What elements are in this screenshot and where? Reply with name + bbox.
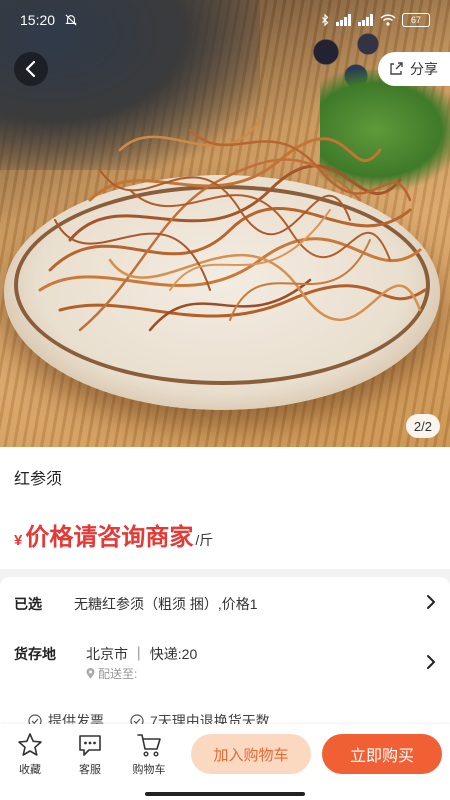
price-unit: /斤 — [195, 532, 214, 548]
signal-icon — [336, 14, 351, 26]
home-indicator[interactable] — [145, 792, 305, 796]
silent-bell-icon — [65, 14, 77, 26]
product-info-card: 红参须 ¥ 价格请咨询商家 /斤 — [0, 447, 450, 569]
bluetooth-icon — [322, 14, 329, 26]
ship-to-label: 配送至: — [98, 667, 138, 681]
shopping-cart-button[interactable]: 购物车 — [129, 732, 169, 777]
favorite-button[interactable]: 收藏 — [10, 732, 50, 777]
price-row: ¥ 价格请咨询商家 /斤 — [14, 517, 213, 552]
bottom-action-bar: 收藏 客服 购物车 加入购物车 立即购买 — [0, 724, 450, 800]
star-icon — [18, 733, 42, 756]
chat-bubble-icon — [79, 735, 101, 756]
chevron-right-icon — [427, 595, 435, 609]
back-button[interactable] — [14, 52, 48, 86]
battery-level: 67 — [410, 15, 421, 25]
product-name: 红参须 — [14, 471, 63, 488]
location-value: 北京市 ｜ 快递:20 — [86, 646, 198, 662]
selected-value: 无糖红参须（粗须 捆）,价格1 — [74, 596, 258, 612]
price-text: 价格请咨询商家 — [25, 524, 194, 551]
price-currency-symbol: ¥ — [14, 532, 23, 549]
wifi-icon — [380, 14, 396, 26]
signal-icon — [358, 14, 373, 26]
selected-spec-row[interactable]: 已选 无糖红参须（粗须 捆）,价格1 — [0, 577, 450, 627]
chevron-left-icon — [25, 60, 36, 78]
location-pin-icon — [86, 668, 95, 679]
product-options-card: 已选 无糖红参须（粗须 捆）,价格1 货存地 北京市 ｜ 快递:20 配送至: … — [0, 577, 450, 737]
favorite-label: 收藏 — [19, 764, 41, 776]
customer-service-button[interactable]: 客服 — [70, 732, 110, 777]
status-bar: 15:20 67 — [0, 0, 450, 40]
shopping-cart-label: 购物车 — [132, 764, 166, 776]
customer-service-label: 客服 — [79, 764, 101, 776]
battery-icon: 67 — [402, 13, 430, 27]
gallery-page-indicator: 2/2 — [405, 414, 440, 438]
buy-now-button[interactable]: 立即购买 — [322, 734, 442, 774]
share-label: 分享 — [410, 61, 438, 77]
status-time: 15:20 — [20, 12, 56, 28]
location-row[interactable]: 货存地 北京市 ｜ 快递:20 — [0, 632, 450, 692]
ginseng-roots-image — [38, 118, 427, 332]
cart-icon — [137, 734, 161, 757]
chevron-right-icon — [427, 655, 435, 669]
add-to-cart-button[interactable]: 加入购物车 — [191, 734, 311, 774]
selected-label: 已选 — [14, 596, 42, 612]
location-label: 货存地 — [14, 646, 56, 662]
share-icon — [390, 62, 403, 75]
ship-to: 配送至: — [86, 665, 137, 682]
share-button[interactable]: 分享 — [378, 52, 450, 86]
